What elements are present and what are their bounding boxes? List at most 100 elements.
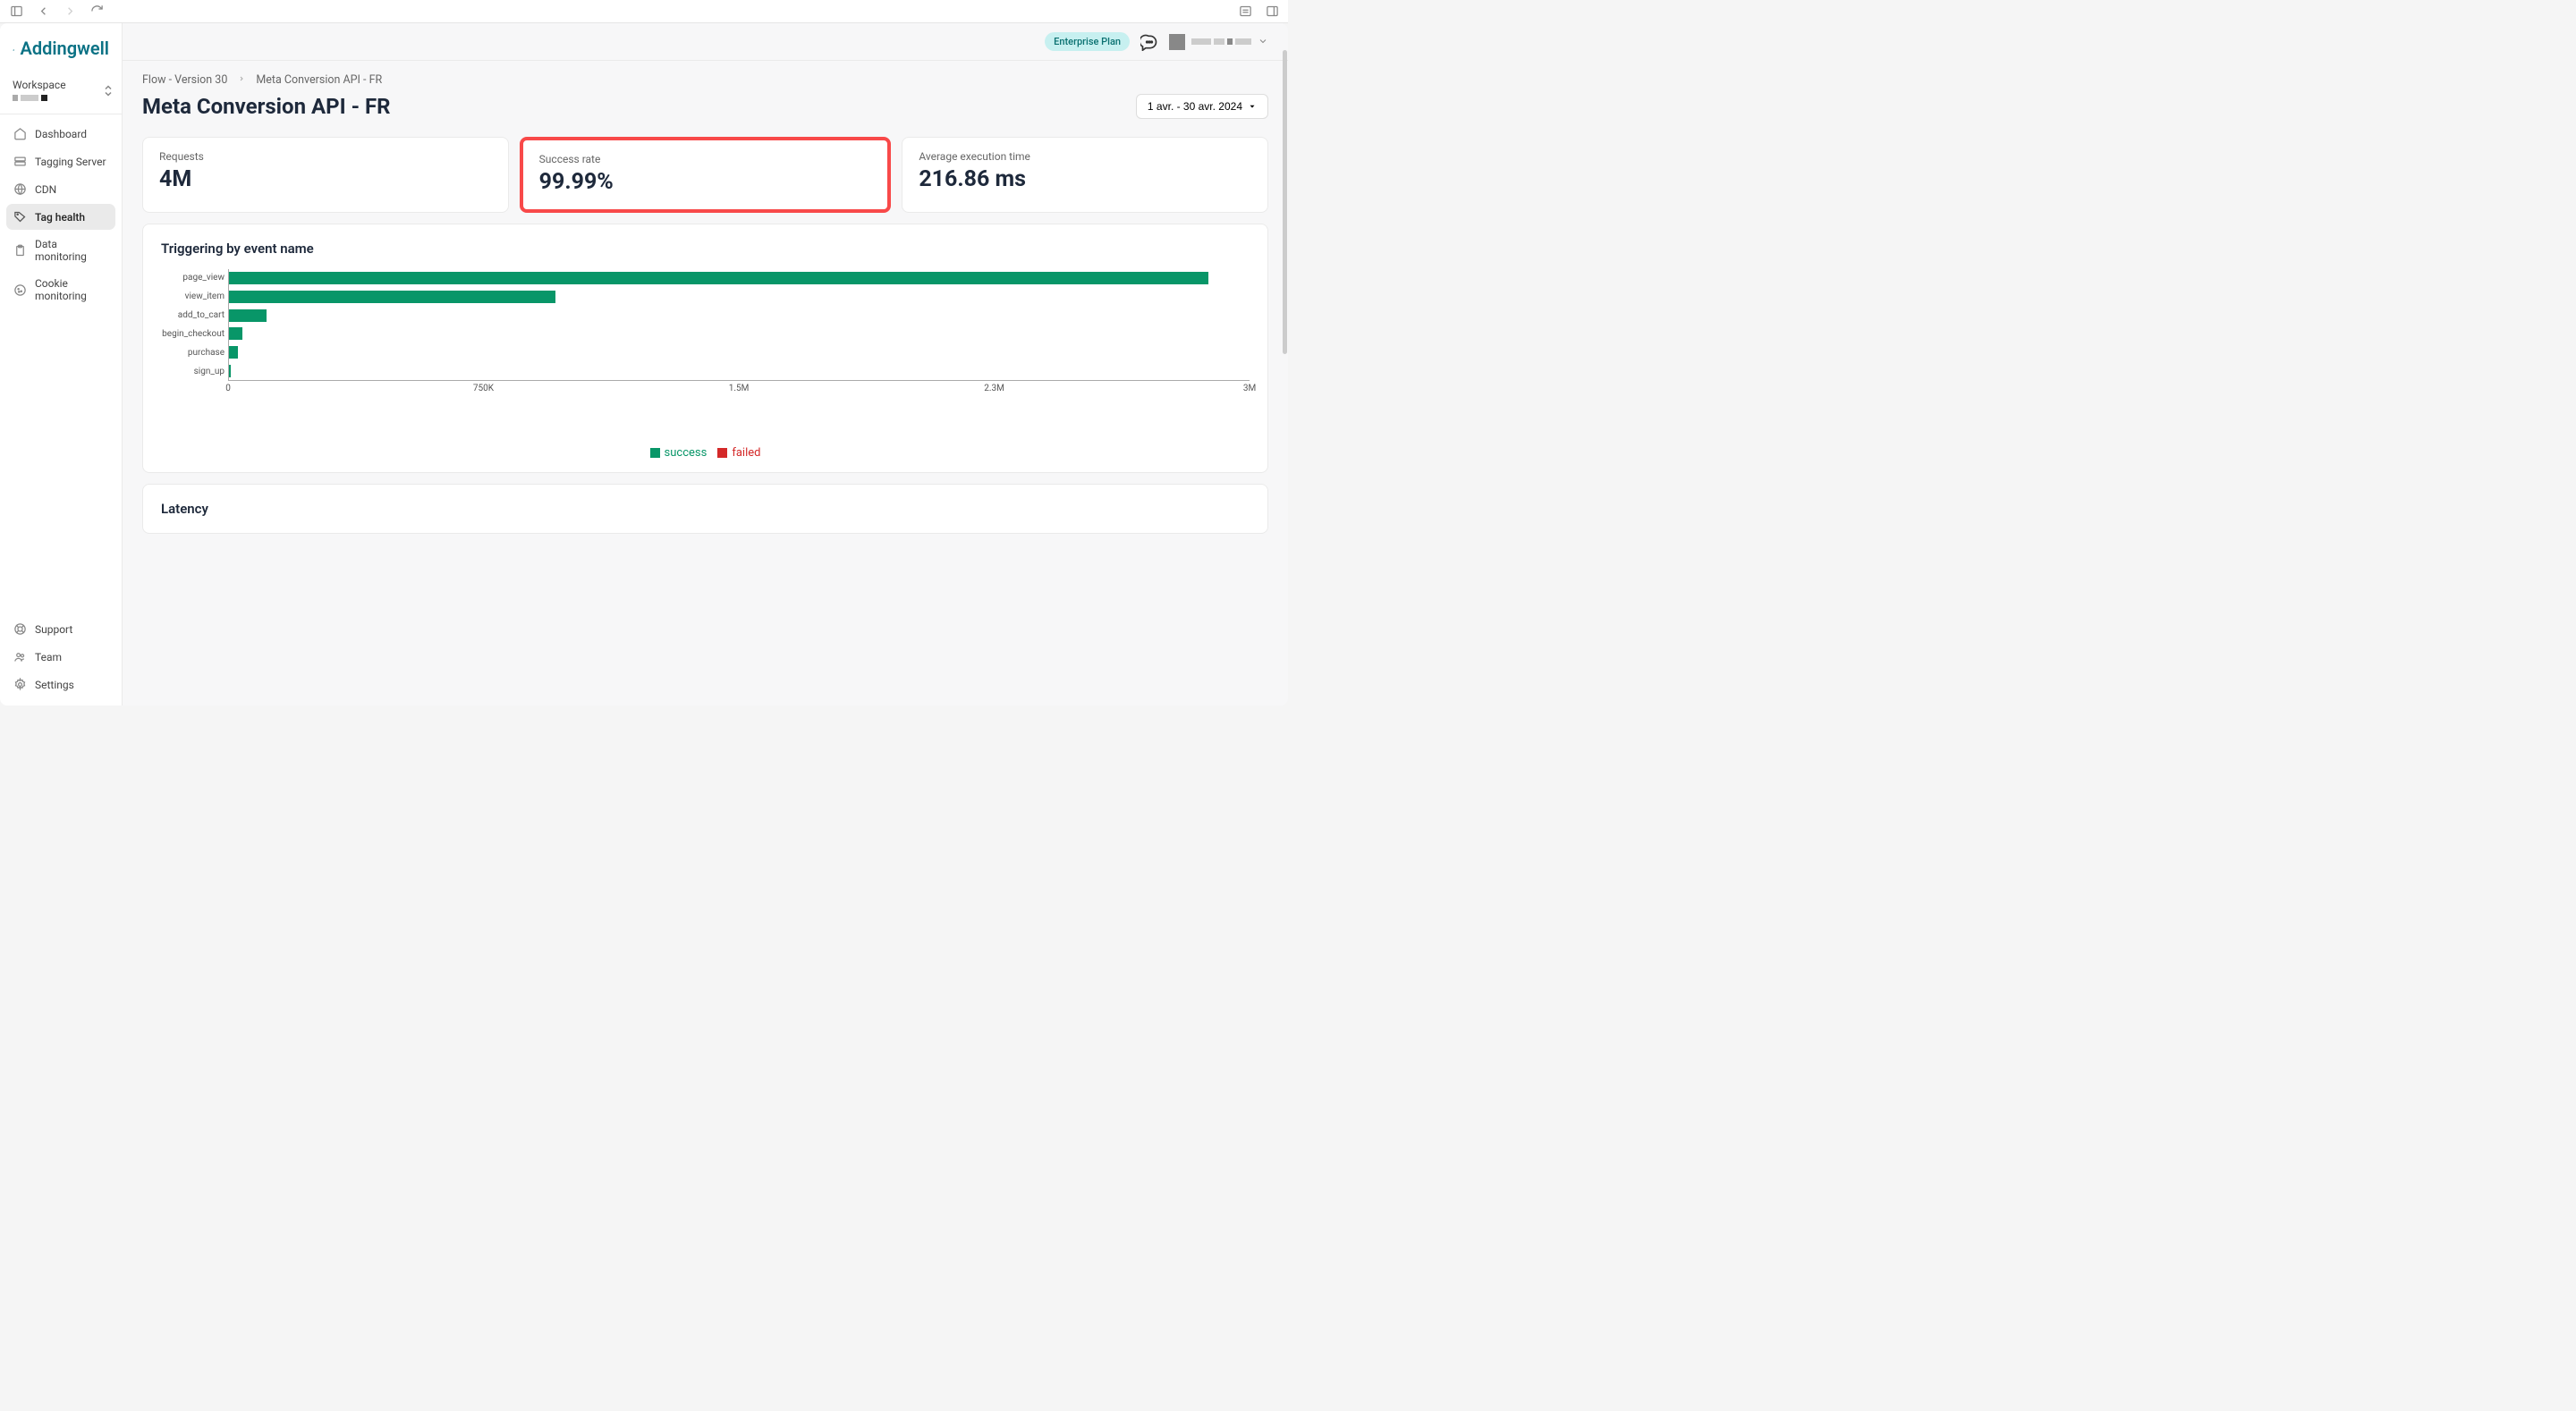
sidebar-item-settings[interactable]: Settings	[6, 672, 115, 697]
y-label: purchase	[188, 345, 225, 361]
tag-icon	[13, 210, 27, 224]
page-title: Meta Conversion API - FR	[142, 94, 391, 119]
legend-item-failed: failed	[717, 446, 760, 460]
nav-label: Tagging Server	[35, 156, 106, 168]
sidebar-right-icon[interactable]	[1265, 4, 1279, 19]
stat-label: Success rate	[539, 153, 872, 165]
user-name	[1191, 38, 1251, 45]
cookie-icon	[13, 283, 27, 297]
y-label: add_to_cart	[178, 308, 225, 324]
header: Enterprise Plan	[123, 23, 1288, 61]
chart-container: page_view view_item add_to_cart begin_ch…	[161, 269, 1250, 421]
stat-value: 4M	[159, 166, 492, 192]
x-tick: 750K	[473, 384, 494, 393]
x-tick: 3M	[1243, 384, 1256, 393]
legend-swatch-icon	[717, 448, 727, 458]
bar-success	[229, 272, 1208, 284]
x-tick: 0	[225, 384, 231, 393]
sidebar: Addingwell Workspace Dashboard Tagging S…	[0, 23, 123, 706]
nav-main: Dashboard Tagging Server CDN Tag health …	[0, 114, 122, 610]
nav-label: Data monitoring	[35, 238, 108, 263]
main-content: Enterprise Plan Flow - Version 30	[123, 23, 1288, 706]
nav-bottom: Support Team Settings	[0, 610, 122, 706]
chart-card-triggering: Triggering by event name page_view view_…	[142, 224, 1268, 473]
bar-success	[229, 291, 555, 303]
legend-label: failed	[732, 446, 760, 460]
bar-success	[229, 327, 242, 340]
browser-chrome	[0, 0, 1288, 23]
server-icon	[13, 155, 27, 168]
legend-swatch-icon	[650, 448, 660, 458]
breadcrumb-item[interactable]: Meta Conversion API - FR	[256, 73, 382, 87]
logo-text: Addingwell	[20, 38, 109, 59]
breadcrumb: Flow - Version 30 Meta Conversion API - …	[142, 73, 1268, 87]
workspace-value	[13, 95, 109, 101]
stat-label: Requests	[159, 150, 492, 163]
stat-card-success-rate: Success rate 99.99%	[520, 137, 892, 213]
bar-success	[229, 365, 231, 377]
bar-success	[229, 309, 267, 322]
bar-success	[229, 346, 238, 359]
x-tick: 1.5M	[729, 384, 750, 393]
sidebar-toggle-icon[interactable]	[9, 4, 23, 19]
clipboard-icon	[13, 244, 27, 258]
sidebar-item-cookie-monitoring[interactable]: Cookie monitoring	[6, 271, 115, 308]
bar-row	[229, 291, 1250, 303]
logo[interactable]: Addingwell	[0, 23, 122, 70]
caret-down-icon	[1248, 102, 1257, 111]
bar-row	[229, 346, 1250, 359]
y-axis-labels: page_view view_item add_to_cart begin_ch…	[161, 269, 228, 381]
sidebar-item-support[interactable]: Support	[6, 616, 115, 642]
settings-icon[interactable]	[1238, 4, 1252, 19]
workspace-label: Workspace	[13, 79, 109, 91]
stat-card-requests: Requests 4M	[142, 137, 509, 213]
y-label: sign_up	[194, 364, 225, 380]
user-menu[interactable]	[1169, 33, 1268, 50]
nav-label: Support	[35, 623, 72, 636]
chat-icon[interactable]	[1140, 33, 1158, 51]
date-range-label: 1 avr. - 30 avr. 2024	[1148, 100, 1242, 113]
logo-icon	[13, 38, 14, 59]
latency-title: Latency	[161, 501, 1250, 517]
nav-label: Tag health	[35, 211, 85, 224]
users-icon	[13, 650, 27, 663]
stats-row: Requests 4M Success rate 99.99% Average …	[142, 137, 1268, 213]
life-ring-icon	[13, 622, 27, 636]
legend-label: success	[665, 446, 708, 460]
forward-icon[interactable]	[63, 4, 77, 19]
date-range-picker[interactable]: 1 avr. - 30 avr. 2024	[1136, 94, 1268, 119]
globe-icon	[13, 182, 27, 196]
gear-icon	[13, 678, 27, 691]
breadcrumb-item[interactable]: Flow - Version 30	[142, 73, 227, 87]
chevron-updown-icon	[104, 83, 113, 100]
bar-row	[229, 309, 1250, 322]
nav-label: Team	[35, 651, 62, 663]
avatar	[1169, 34, 1185, 50]
y-label: page_view	[182, 270, 225, 286]
sidebar-item-team[interactable]: Team	[6, 644, 115, 670]
back-icon[interactable]	[36, 4, 50, 19]
sidebar-item-tagging-server[interactable]: Tagging Server	[6, 148, 115, 174]
stat-label: Average execution time	[919, 150, 1251, 163]
home-icon	[13, 127, 27, 140]
chart-title: Triggering by event name	[161, 241, 1250, 257]
chevron-right-icon	[238, 75, 245, 85]
scrollbar[interactable]	[1283, 50, 1287, 354]
sidebar-item-tag-health[interactable]: Tag health	[6, 204, 115, 230]
workspace-selector[interactable]: Workspace	[0, 70, 122, 114]
bar-row	[229, 365, 1250, 377]
stat-value: 216.86 ms	[919, 166, 1251, 192]
y-label: view_item	[185, 289, 225, 305]
bar-row	[229, 327, 1250, 340]
nav-label: Dashboard	[35, 128, 87, 140]
stat-value: 99.99%	[539, 169, 872, 195]
y-label: begin_checkout	[162, 326, 225, 342]
sidebar-item-cdn[interactable]: CDN	[6, 176, 115, 202]
nav-label: CDN	[35, 183, 56, 196]
sidebar-item-dashboard[interactable]: Dashboard	[6, 121, 115, 147]
sidebar-item-data-monitoring[interactable]: Data monitoring	[6, 232, 115, 269]
chart-card-latency: Latency	[142, 484, 1268, 534]
stat-card-avg-exec-time: Average execution time 216.86 ms	[902, 137, 1268, 213]
reload-icon[interactable]	[89, 4, 104, 19]
bar-row	[229, 272, 1250, 284]
